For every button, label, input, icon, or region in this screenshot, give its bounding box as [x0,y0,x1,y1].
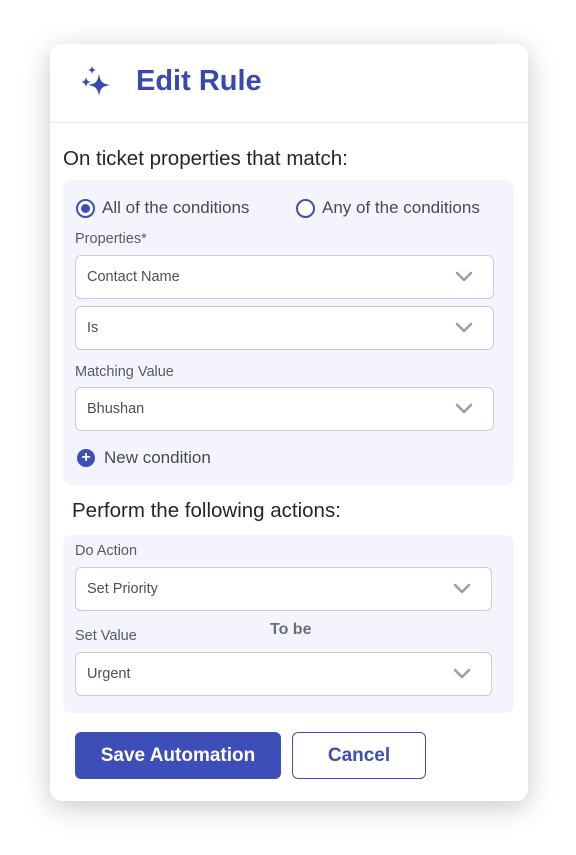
properties-label: Properties* [75,231,147,247]
do-action-label: Do Action [75,543,138,559]
property-select-value: Contact Name [87,269,180,285]
set-value-select[interactable]: Urgent [75,652,492,696]
property-select[interactable]: Contact Name [75,255,494,299]
set-value-label: Set Value [75,628,137,644]
plus-circle-icon: + [77,449,95,467]
matching-value-select[interactable]: Bhushan [75,387,494,431]
conditions-panel: All of the conditions Any of the conditi… [63,180,514,485]
save-automation-button[interactable]: Save Automation [75,732,281,779]
to-be-label: To be [270,621,312,638]
radio-any-label: Any of the conditions [322,198,480,217]
matching-value-select-value: Bhushan [87,401,145,417]
radio-all-label: All of the conditions [102,198,250,217]
sparkles-icon [81,66,110,96]
chevron-down-icon [455,322,473,333]
actions-heading: Perform the following actions: [72,499,341,522]
dialog-header: Edit Rule [50,44,528,123]
edit-rule-dialog: Edit Rule On ticket properties that matc… [50,44,528,801]
radio-selected-icon [76,198,95,218]
cancel-button[interactable]: Cancel [292,732,426,779]
do-action-select[interactable]: Set Priority [75,567,492,611]
conditions-heading: On ticket properties that match: [63,147,348,170]
chevron-down-icon [455,271,473,282]
dialog-title: Edit Rule [136,65,262,97]
operator-select-value: Is [87,320,99,336]
do-action-select-value: Set Priority [87,581,158,597]
radio-unselected-icon [296,198,315,218]
actions-panel: Do Action Set Priority Set Value To be U… [63,535,514,713]
operator-select[interactable]: Is [75,306,494,350]
radio-any-conditions[interactable]: Any of the conditions [296,198,480,218]
new-condition-label: New condition [104,448,211,467]
set-value-select-value: Urgent [87,666,131,682]
new-condition-button[interactable]: + New condition [77,448,211,468]
chevron-down-icon [453,668,471,679]
matching-value-label: Matching Value [75,364,174,380]
radio-all-conditions[interactable]: All of the conditions [76,198,249,218]
chevron-down-icon [455,403,473,414]
chevron-down-icon [453,583,471,594]
